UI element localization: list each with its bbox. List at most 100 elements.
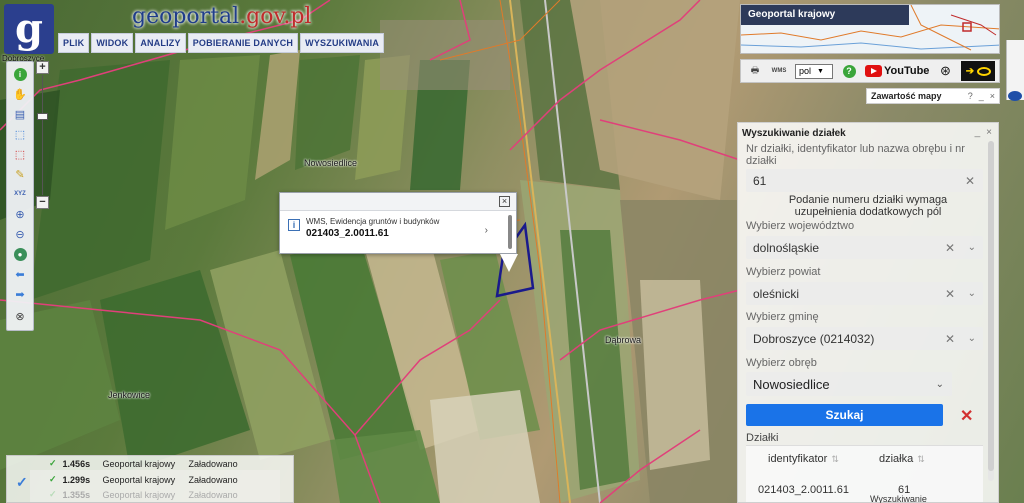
overview-map[interactable]: Geoportal krajowy: [740, 4, 1000, 54]
clear-icon[interactable]: ✕: [965, 174, 975, 188]
zoom-in-tool[interactable]: ⊕: [11, 205, 29, 223]
right-toolbar: 🖶 WMS pol ▼ ? YouTube ⊛ ➔: [740, 59, 1000, 83]
commune-value: Dobroszyce (0214032): [753, 331, 875, 346]
clear-icon[interactable]: ✕: [945, 332, 955, 346]
hand-icon: ✋: [13, 88, 27, 101]
info-tool[interactable]: i: [11, 65, 29, 83]
full-extent-tool[interactable]: ●: [11, 245, 29, 263]
result-identifier[interactable]: 021403_2.0011.61: [758, 484, 849, 496]
search-button[interactable]: Szukaj: [746, 404, 943, 426]
next-view-tool[interactable]: ➡: [11, 285, 29, 303]
clear-icon[interactable]: ✕: [945, 287, 955, 301]
check-icon: ✓: [49, 489, 57, 499]
site-title-accent: .gov.pl: [239, 4, 312, 29]
clear-selection-icon: ⬚: [14, 148, 26, 161]
query-note: Podanie numeru działki wymaga uzupełnien…: [788, 194, 948, 218]
pencil-icon: ✎: [15, 168, 25, 181]
popup-scrollbar[interactable]: [508, 215, 512, 249]
settings-tool[interactable]: ⊗: [11, 307, 29, 325]
logo-letter: g: [15, 5, 43, 52]
help-button[interactable]: ?: [841, 63, 857, 79]
eye-icon: [977, 66, 992, 76]
column-header-identifier[interactable]: identyfikator ⇅: [768, 453, 839, 465]
check-icon: ✓: [49, 474, 57, 484]
column-header-parcel[interactable]: działka ⇅: [879, 453, 925, 465]
chevron-down-icon[interactable]: ⌄: [968, 333, 976, 344]
panel-scrollbar[interactable]: [988, 141, 994, 481]
voivodeship-select[interactable]: dolnośląskie ✕ ⌄: [746, 236, 983, 259]
zoom-track[interactable]: [42, 75, 43, 195]
chevron-down-icon: ⌄: [935, 378, 944, 390]
precinct-select[interactable]: Nowosiedlice ⌄: [746, 372, 952, 396]
main-menu: PLIK WIDOK ANALIZY POBIERANIE DANYCH WYS…: [58, 33, 385, 53]
xyz-tool[interactable]: XYZ: [11, 185, 29, 203]
chevron-right-icon[interactable]: ›: [485, 225, 488, 236]
select-area-tool[interactable]: ⬚: [11, 125, 29, 143]
geoportal-logo[interactable]: g: [4, 4, 54, 54]
layer-load-status: ✓ ✓ 1.456s Geoportal krajowy Załadowano …: [6, 455, 294, 503]
query-value: 61: [753, 173, 767, 188]
arrow-left-icon: ⬅: [15, 268, 25, 281]
clear-icon[interactable]: ✕: [945, 241, 955, 255]
pan-tool[interactable]: ✋: [11, 85, 29, 103]
chevron-down-icon[interactable]: ⌄: [968, 288, 976, 299]
contrast-button[interactable]: ➔: [961, 61, 996, 81]
accessibility-button[interactable]: ⊛: [937, 63, 953, 79]
accessibility-icon: ⊛: [939, 63, 951, 78]
zoom-minus-button[interactable]: −: [36, 196, 49, 209]
menu-plik[interactable]: PLIK: [58, 33, 90, 53]
minimize-icon[interactable]: _: [975, 127, 981, 138]
query-input[interactable]: 61 ✕: [746, 169, 983, 192]
panel-scroll-thumb[interactable]: [988, 141, 994, 471]
document-icon: ▤: [14, 108, 26, 121]
language-select[interactable]: pol ▼: [795, 63, 833, 79]
map-content-panel-header[interactable]: Zawartość mapy ? _ ×: [866, 88, 1000, 104]
map-label-nowosiedlice: Nowosiedlice: [304, 158, 358, 168]
info-icon: i: [288, 219, 300, 231]
xyz-icon: XYZ: [14, 191, 26, 197]
check-icon: ✓: [49, 458, 57, 468]
menu-pobieranie-danych[interactable]: POBIERANIE DANYCH: [187, 33, 299, 53]
close-icon[interactable]: ×: [990, 91, 995, 101]
commune-select[interactable]: Dobroszyce (0214032) ✕ ⌄: [746, 327, 983, 350]
help-icon[interactable]: ?: [968, 91, 973, 101]
close-icon[interactable]: ×: [986, 127, 992, 138]
status-row: ✓ 1.299s Geoportal krajowy Załadowano: [49, 474, 238, 485]
draw-tool[interactable]: ✎: [11, 165, 29, 183]
site-title: geoportal.gov.pl: [132, 4, 311, 29]
popup-header: ×: [280, 193, 516, 211]
previous-view-tool[interactable]: ⬅: [11, 265, 29, 283]
help-icon: ?: [842, 64, 856, 78]
print-tool[interactable]: 🖶: [747, 63, 763, 79]
legend-tool[interactable]: ▤: [11, 105, 29, 123]
zoom-out-icon: ⊖: [15, 228, 25, 241]
parcel-search-panel: Wyszukiwanie działek _ × Nr działki, ide…: [737, 122, 999, 503]
menu-widok[interactable]: WIDOK: [91, 33, 134, 53]
county-select[interactable]: oleśnicki ✕ ⌄: [746, 282, 983, 305]
county-value: oleśnicki: [753, 286, 800, 301]
map-content-label: Zawartość mapy: [871, 91, 942, 101]
chevron-down-icon: ▼: [817, 67, 824, 75]
language-value: pol: [799, 66, 812, 76]
youtube-link[interactable]: YouTube: [865, 65, 929, 77]
status-row: ✓ 1.355s Geoportal krajowy Załadowano: [49, 489, 238, 500]
popup-close-button[interactable]: ×: [499, 196, 510, 207]
chevron-down-icon[interactable]: ⌄: [968, 242, 976, 253]
printer-icon: 🖶: [750, 65, 760, 75]
zoom-handle[interactable]: [37, 113, 48, 120]
zoom-plus-button[interactable]: +: [36, 61, 49, 74]
wms-tool[interactable]: WMS: [771, 63, 787, 79]
clear-form-button[interactable]: ✕: [960, 406, 973, 426]
menu-wyszukiwania[interactable]: WYSZUKIWANIA: [300, 33, 385, 53]
popup-body[interactable]: i WMS, Ewidencja gruntów i budynków 0214…: [280, 211, 516, 239]
zoom-out-tool[interactable]: ⊖: [11, 225, 29, 243]
minimize-icon[interactable]: _: [979, 91, 984, 101]
popup-parcel-id: 021403_2.0011.61: [306, 228, 389, 239]
commune-label: Wybierz gminę: [746, 311, 819, 323]
check-icon[interactable]: ✓: [16, 474, 28, 491]
menu-analizy[interactable]: ANALIZY: [135, 33, 186, 53]
select-area-icon: ⬚: [14, 128, 26, 141]
voivodeship-label: Wybierz województwo: [746, 220, 855, 232]
eye-icon[interactable]: [1008, 91, 1022, 101]
clear-selection-tool[interactable]: ⬚: [11, 145, 29, 163]
